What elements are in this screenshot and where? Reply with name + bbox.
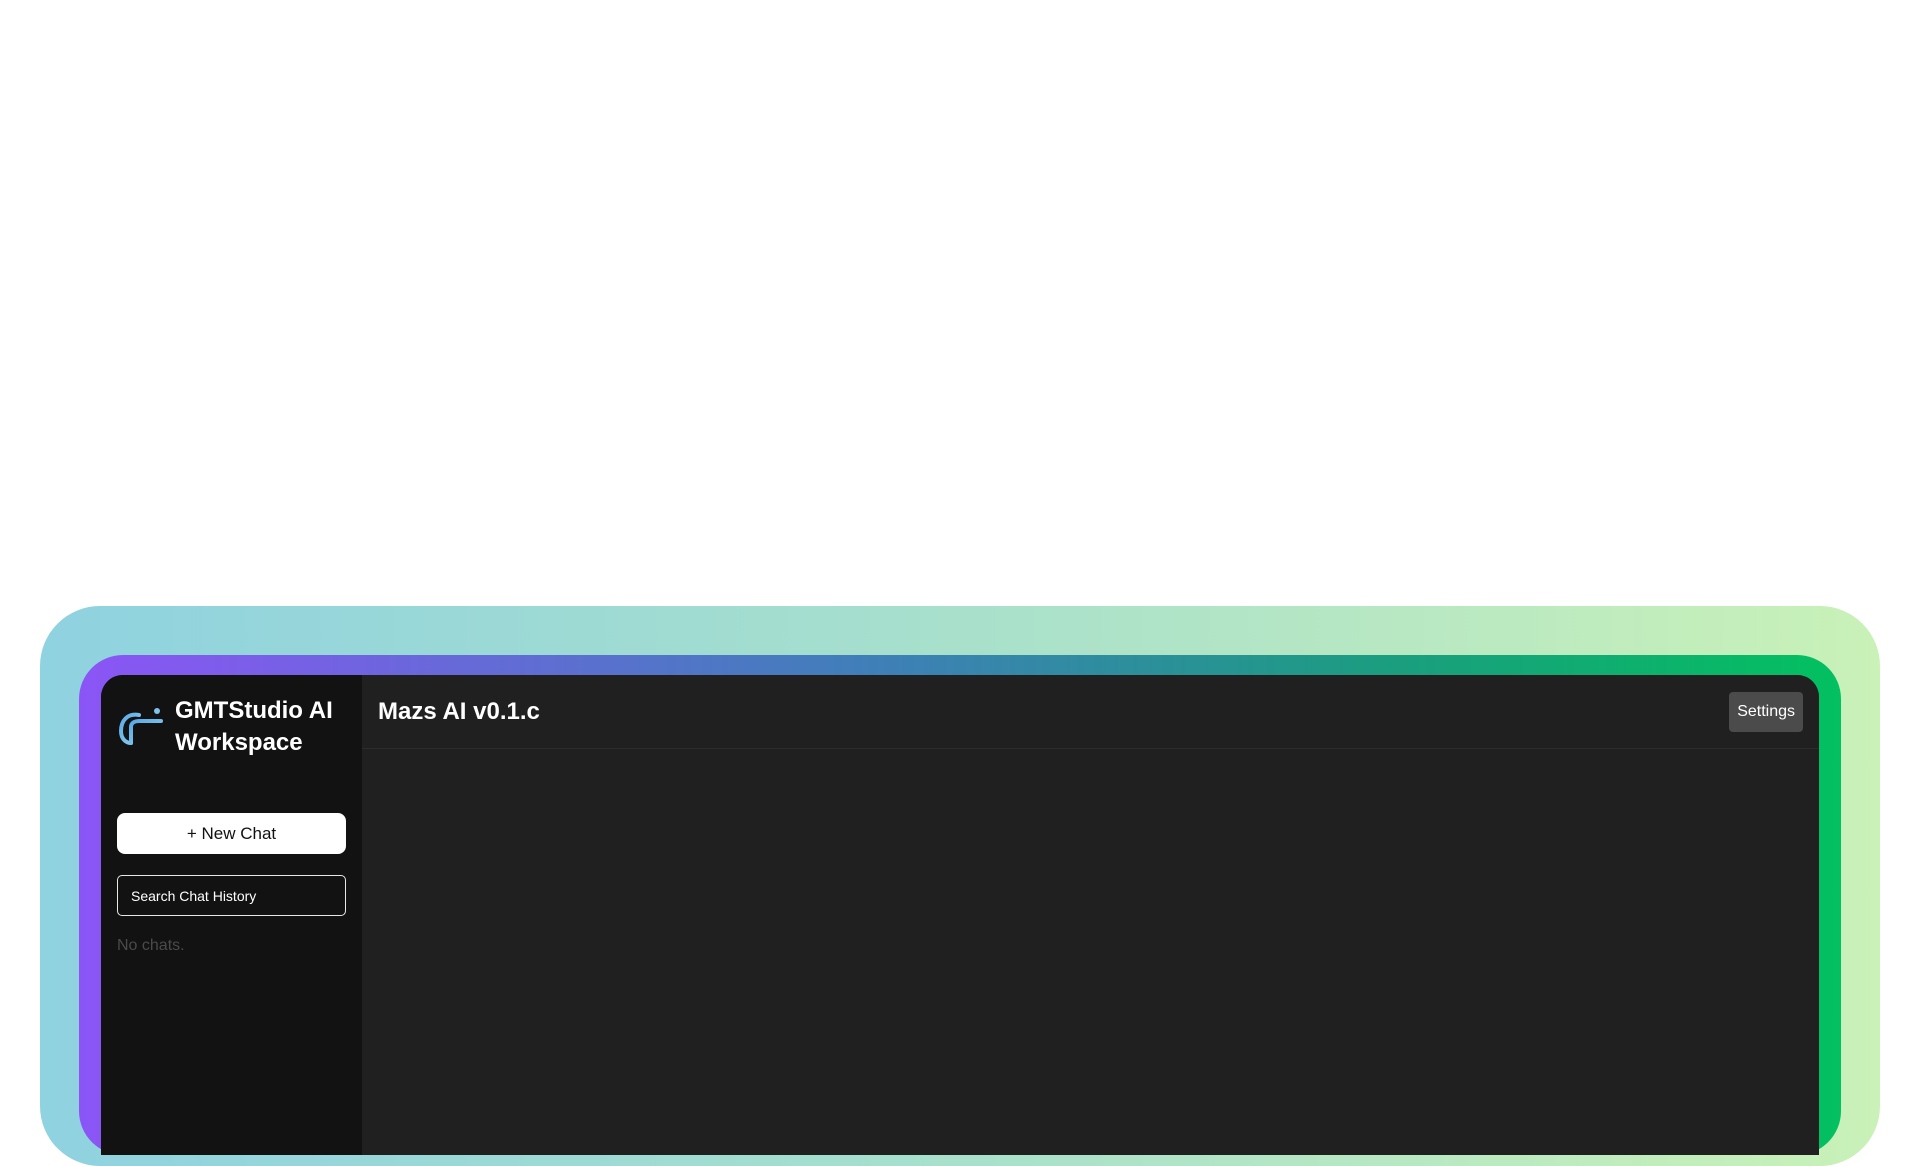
new-chat-button[interactable]: + New Chat [117, 813, 346, 854]
gmt-logo-icon [118, 708, 163, 747]
main-panel: Mazs AI v0.1.c Settings [362, 675, 1819, 1155]
sidebar: GMTStudio AI Workspace + New Chat No cha… [101, 675, 362, 1155]
chat-list-empty-state: No chats. [117, 937, 185, 954]
settings-button[interactable]: Settings [1729, 691, 1803, 732]
search-chat-history-input[interactable] [117, 875, 346, 916]
brand-title: GMTStudio AI Workspace [175, 697, 333, 756]
app-window: GMTStudio AI Workspace + New Chat No cha… [101, 675, 1819, 1155]
brand: GMTStudio AI Workspace [117, 695, 346, 759]
app-title: Mazs AI v0.1.c [378, 697, 540, 725]
header: Mazs AI v0.1.c Settings [362, 675, 1819, 749]
